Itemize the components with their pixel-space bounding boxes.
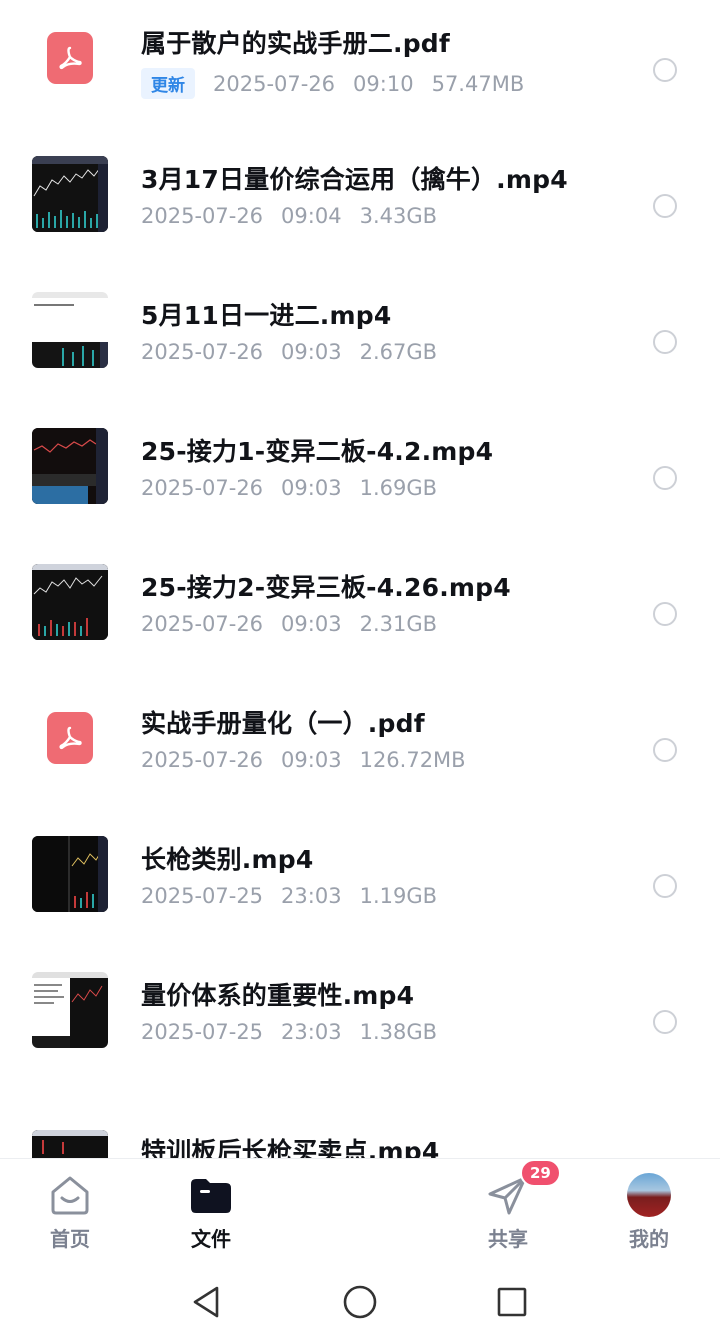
list-item[interactable]: 长枪类别.mp4 2025-07-25 23:03 1.19GB xyxy=(0,816,720,952)
list-item[interactable]: 量价体系的重要性.mp4 2025-07-25 23:03 1.38GB xyxy=(0,952,720,1088)
select-radio[interactable] xyxy=(653,1010,677,1034)
file-name: 3月17日量价综合运用（擒牛）.mp4 xyxy=(141,165,568,194)
recents-icon[interactable] xyxy=(492,1282,532,1322)
file-list: 属于散户的实战手册二.pdf 更新 2025-07-26 09:10 57.47… xyxy=(0,0,720,1158)
avatar xyxy=(625,1171,673,1219)
tab-home[interactable]: 首页 xyxy=(25,1171,115,1252)
file-time: 23:03 xyxy=(281,884,342,908)
list-item[interactable]: 25-接力1-变异二板-4.2.mp4 2025-07-26 09:03 1.6… xyxy=(0,408,720,544)
file-meta: 2025-07-25 23:03 1.38GB xyxy=(141,1020,455,1044)
tab-label: 文件 xyxy=(191,1227,231,1251)
bottom-tab-bar: 首页 文件 共享 29 我的 xyxy=(0,1158,720,1258)
file-time: 09:04 xyxy=(281,204,342,228)
file-name: 25-接力1-变异二板-4.2.mp4 xyxy=(141,437,494,466)
file-size: 57.47MB xyxy=(431,71,525,96)
file-time: 09:03 xyxy=(281,748,342,772)
list-item[interactable]: 25-接力2-变异三板-4.26.mp4 2025-07-26 09:03 2.… xyxy=(0,544,720,680)
file-date: 2025-07-26 xyxy=(141,612,264,636)
file-name: 属于散户的实战手册二.pdf xyxy=(141,29,450,58)
list-item[interactable]: 特训板后长枪买卖点.mp4 xyxy=(0,1088,720,1158)
pdf-icon xyxy=(32,20,108,96)
select-radio[interactable] xyxy=(653,738,677,762)
file-name: 25-接力2-变异三板-4.26.mp4 xyxy=(141,573,511,602)
tab-label: 共享 xyxy=(488,1227,528,1251)
file-meta: 2025-07-26 09:03 2.67GB xyxy=(141,340,455,364)
video-thumbnail xyxy=(32,1130,108,1158)
file-date: 2025-07-26 xyxy=(141,340,264,364)
video-thumbnail xyxy=(32,836,108,912)
home-circle-icon[interactable] xyxy=(340,1282,380,1322)
video-thumbnail xyxy=(32,564,108,640)
list-item[interactable]: 实战手册量化（一）.pdf 2025-07-26 09:03 126.72MB xyxy=(0,680,720,816)
file-size: 1.19GB xyxy=(359,884,438,908)
tab-label: 我的 xyxy=(629,1227,669,1251)
update-badge: 更新 xyxy=(141,68,195,99)
file-date: 2025-07-26 xyxy=(141,748,264,772)
system-nav-bar xyxy=(0,1258,720,1343)
video-thumbnail xyxy=(32,428,108,504)
video-thumbnail xyxy=(32,156,108,232)
file-name: 量价体系的重要性.mp4 xyxy=(141,981,415,1010)
tab-label: 首页 xyxy=(50,1227,90,1251)
file-time: 09:03 xyxy=(281,612,342,636)
back-icon[interactable] xyxy=(186,1282,226,1322)
file-date: 2025-07-26 xyxy=(141,476,264,500)
list-item[interactable]: 属于散户的实战手册二.pdf 更新 2025-07-26 09:10 57.47… xyxy=(0,0,720,136)
file-date: 2025-07-25 xyxy=(141,1020,264,1044)
file-size: 2.67GB xyxy=(359,340,438,364)
file-size: 1.38GB xyxy=(359,1020,438,1044)
file-date: 2025-07-25 xyxy=(141,884,264,908)
file-size: 2.31GB xyxy=(359,612,438,636)
home-icon xyxy=(46,1171,94,1219)
file-date: 2025-07-26 xyxy=(141,204,264,228)
file-time: 09:03 xyxy=(281,476,342,500)
tab-me[interactable]: 我的 xyxy=(604,1171,694,1252)
file-name: 长枪类别.mp4 xyxy=(141,845,314,874)
file-time: 09:10 xyxy=(353,71,414,96)
select-radio[interactable] xyxy=(653,466,677,490)
file-name: 特训板后长枪买卖点.mp4 xyxy=(141,1137,440,1158)
file-meta: 2025-07-26 09:04 3.43GB xyxy=(141,204,455,228)
file-date: 2025-07-26 xyxy=(213,71,336,96)
tab-files[interactable]: 文件 xyxy=(166,1171,256,1252)
file-meta: 2025-07-26 09:03 126.72MB xyxy=(141,748,484,772)
file-size: 1.69GB xyxy=(359,476,438,500)
select-radio[interactable] xyxy=(653,330,677,354)
file-meta: 2025-07-26 09:03 1.69GB xyxy=(141,476,455,500)
select-radio[interactable] xyxy=(653,194,677,218)
file-meta: 2025-07-25 23:03 1.19GB xyxy=(141,884,455,908)
file-meta: 更新 2025-07-26 09:10 57.47MB xyxy=(141,68,542,99)
select-radio[interactable] xyxy=(653,874,677,898)
select-radio[interactable] xyxy=(653,602,677,626)
select-radio[interactable] xyxy=(653,58,677,82)
notification-count-badge: 29 xyxy=(520,1159,561,1187)
file-name: 实战手册量化（一）.pdf xyxy=(141,709,425,738)
file-size: 3.43GB xyxy=(359,204,438,228)
file-time: 23:03 xyxy=(281,1020,342,1044)
folder-icon xyxy=(187,1171,235,1219)
pdf-icon xyxy=(32,700,108,776)
file-size: 126.72MB xyxy=(359,748,466,772)
file-meta: 2025-07-26 09:03 2.31GB xyxy=(141,612,455,636)
video-thumbnail xyxy=(32,292,108,368)
list-item[interactable]: 5月11日一进二.mp4 2025-07-26 09:03 2.67GB xyxy=(0,272,720,408)
file-time: 09:03 xyxy=(281,340,342,364)
list-item[interactable]: 3月17日量价综合运用（擒牛）.mp4 2025-07-26 09:04 3.4… xyxy=(0,136,720,272)
file-name: 5月11日一进二.mp4 xyxy=(141,301,392,330)
video-thumbnail xyxy=(32,972,108,1048)
